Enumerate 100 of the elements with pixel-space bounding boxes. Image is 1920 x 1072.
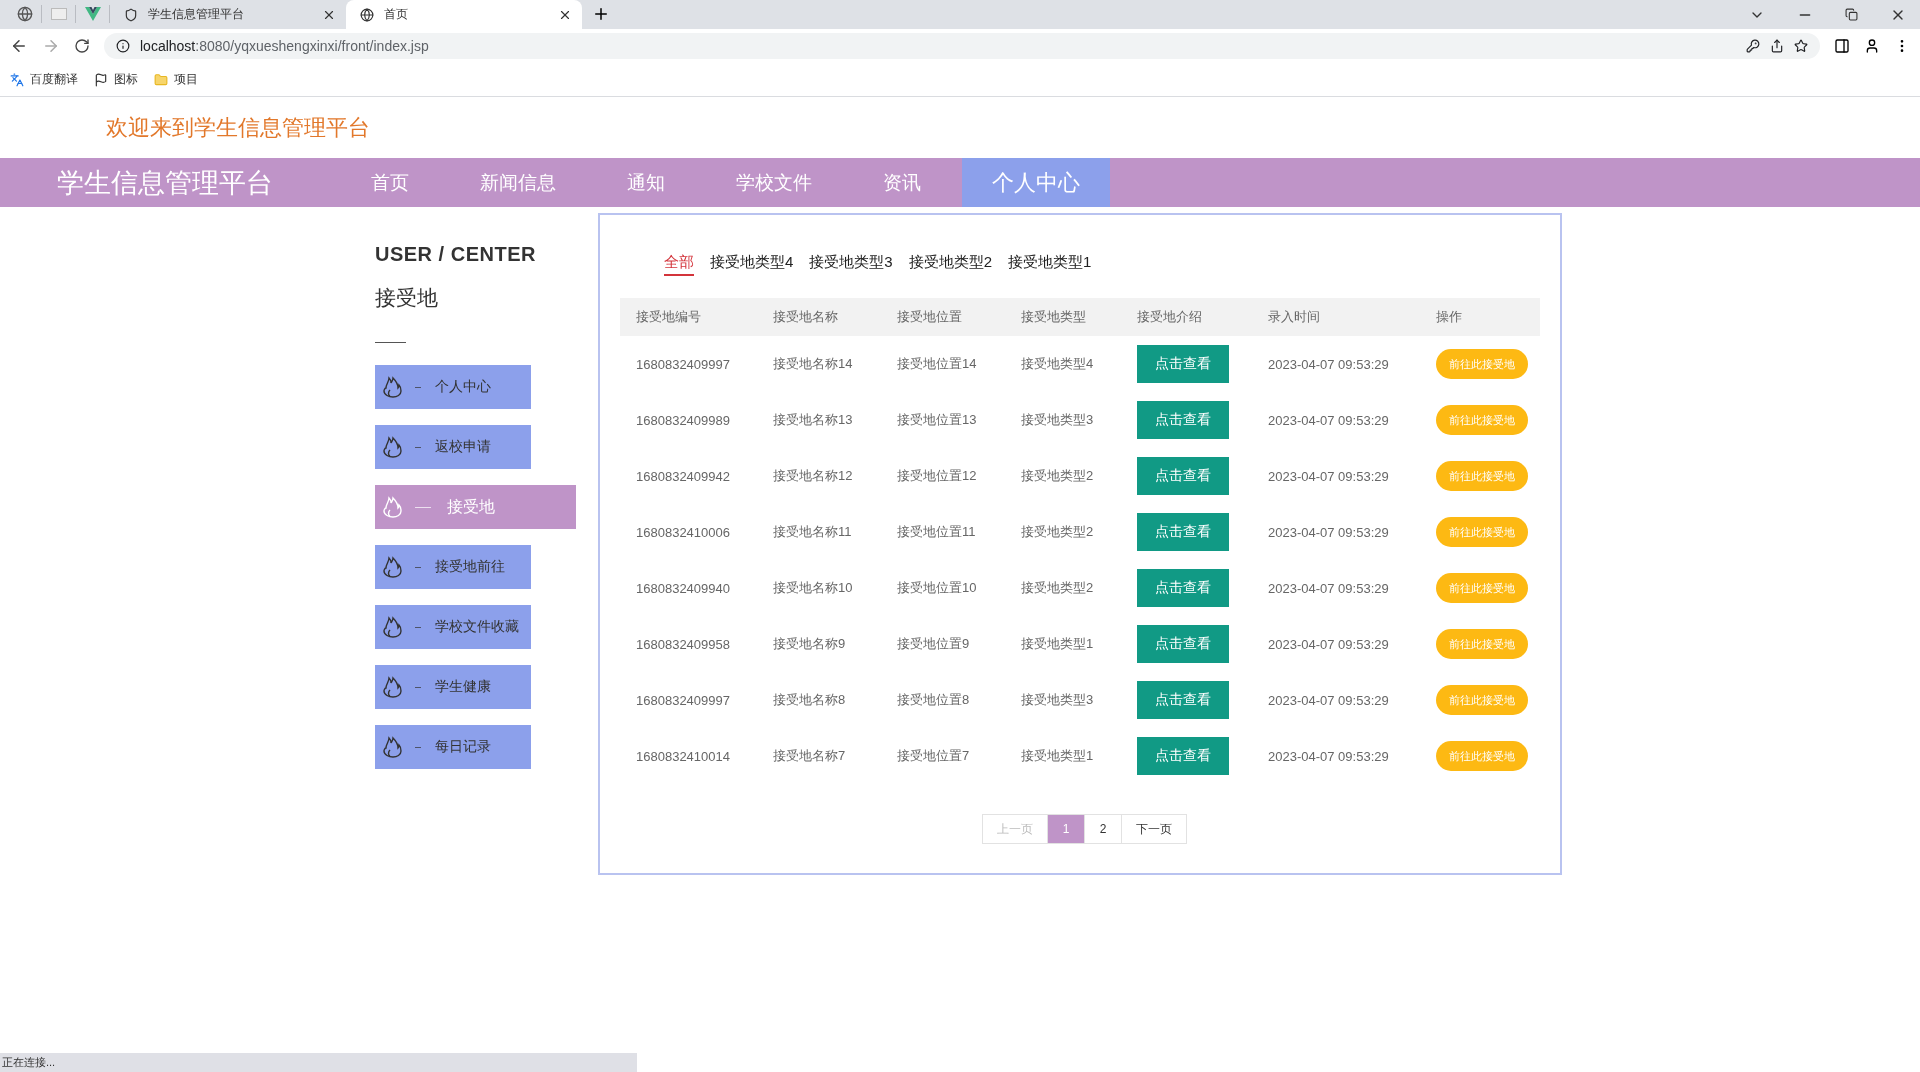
tab-title: 首页 (384, 6, 409, 23)
browser-tab[interactable]: 学生信息管理平台 (110, 0, 346, 29)
table-cell-text: 2023-04-07 09:53:29 (1267, 523, 1390, 542)
nav-item[interactable]: 资讯 (842, 158, 962, 207)
filter-tab[interactable]: 接受地类型2 (908, 253, 993, 276)
nav-item[interactable]: 首页 (330, 158, 450, 207)
view-button[interactable]: 点击查看 (1137, 737, 1229, 775)
globe-icon (360, 7, 374, 22)
sidebar-item[interactable]: 接受地 (375, 485, 576, 529)
table-cell-text: 接受地名称9 (772, 635, 847, 653)
filter-tab[interactable]: 全部 (664, 253, 694, 276)
site-logo[interactable]: 学生信息管理平台 (57, 164, 273, 201)
filter-tab[interactable]: 接受地类型3 (809, 253, 893, 276)
bookmark-link[interactable]: 图标 (114, 71, 138, 88)
reload-icon[interactable] (74, 38, 90, 54)
globe-icon[interactable] (16, 6, 33, 22)
table-cell-text: 接受地名称10 (772, 579, 854, 597)
sidebar-label: 返校申请 (435, 438, 491, 456)
sidebar-item[interactable]: 返校申请 (375, 425, 531, 469)
table-cell-text: 1680832409997 (635, 691, 731, 710)
v-logo-icon[interactable] (84, 7, 101, 21)
flag-icon (94, 72, 108, 87)
table-cell-text: 接受地类型2 (1020, 523, 1095, 541)
table-cell-text: 接受地类型1 (1020, 747, 1095, 765)
table-cell-text: 接受地类型4 (1020, 355, 1095, 373)
sidebar-label: 学生健康 (435, 678, 491, 696)
sidebar-item[interactable]: 个人中心 (375, 365, 531, 409)
shield-icon (124, 7, 138, 22)
star-icon[interactable] (1794, 39, 1808, 53)
filter-tab[interactable]: 接受地类型4 (710, 253, 794, 276)
table-cell-text: 接受地位置11 (896, 523, 977, 541)
column-header: 接受地介绍 (1121, 298, 1252, 336)
sidebar-item[interactable]: 学校文件收藏 (375, 605, 531, 649)
table-cell-text: 接受地名称13 (772, 411, 854, 429)
table-cell-text: 接受地位置10 (896, 579, 978, 597)
nav-item[interactable]: 学校文件 (706, 158, 842, 207)
sidebar-item[interactable]: 接受地前往 (375, 545, 531, 589)
sidebar-item[interactable]: 学生健康 (375, 665, 531, 709)
table-cell-text: 1680832409940 (635, 579, 731, 598)
status-text: 正在连接... (2, 1055, 56, 1070)
translate-icon (10, 72, 24, 87)
table-cell-text: 接受地位置13 (896, 411, 978, 429)
address-bar[interactable]: localhost:8080/yqxueshengxinxi/front/index.jsp (104, 33, 1820, 59)
section-title: 接受地 (375, 285, 439, 311)
table-cell-text: 接受地类型2 (1020, 467, 1095, 485)
side-panel-icon[interactable] (1834, 38, 1850, 54)
flame-icon (381, 555, 405, 579)
tab-title: 学生信息管理平台 (148, 6, 245, 23)
view-button[interactable]: 点击查看 (1137, 345, 1229, 383)
table-cell-text: 2023-04-07 09:53:29 (1267, 411, 1390, 430)
view-button[interactable]: 点击查看 (1137, 681, 1229, 719)
table-cell-text: 接受地名称12 (772, 467, 854, 485)
view-button[interactable]: 点击查看 (1137, 401, 1229, 439)
view-button[interactable]: 点击查看 (1137, 625, 1229, 663)
key-icon[interactable] (1746, 39, 1760, 53)
column-header: 接受地编号 (620, 298, 757, 336)
view-button[interactable]: 点击查看 (1137, 569, 1229, 607)
table-cell-text: 接受地名称14 (772, 355, 854, 373)
table-cell-text: 2023-04-07 09:53:29 (1267, 355, 1390, 374)
nav-item[interactable]: 新闻信息 (450, 158, 586, 207)
view-button[interactable]: 点击查看 (1137, 457, 1229, 495)
filter-tab[interactable]: 接受地类型1 (1008, 253, 1092, 276)
table-cell-text: 接受地名称11 (772, 523, 853, 541)
page-button[interactable]: 2 (1084, 814, 1122, 844)
bookmark-link[interactable]: 项目 (174, 71, 198, 88)
new-tab-icon[interactable] (592, 5, 610, 23)
next-page-button[interactable]: 下一页 (1121, 814, 1187, 844)
table-cell-text: 1680832409989 (635, 411, 731, 430)
sidebar-label: 学校文件收藏 (435, 618, 519, 636)
flame-icon (381, 435, 405, 459)
page-button[interactable]: 1 (1047, 814, 1085, 844)
restore-icon[interactable] (1845, 8, 1858, 21)
table-cell-text: 接受地位置12 (896, 467, 978, 485)
table-cell-text: 接受地类型3 (1020, 411, 1095, 429)
flame-icon (381, 375, 405, 399)
sidebar-label: 个人中心 (435, 378, 491, 396)
table-cell-text: 2023-04-07 09:53:29 (1267, 579, 1390, 598)
bookmark-link[interactable]: 百度翻译 (30, 71, 78, 88)
column-header: 接受地位置 (881, 298, 1005, 336)
folder-icon (154, 72, 168, 87)
table-cell-text: 1680832410006 (635, 523, 731, 542)
back-icon[interactable] (10, 37, 28, 55)
table-cell-text: 2023-04-07 09:53:29 (1267, 747, 1390, 766)
table-cell-text: 接受地类型2 (1020, 579, 1095, 597)
table-cell-text: 1680832409997 (635, 355, 731, 374)
table-cell-text: 1680832410014 (635, 747, 731, 766)
profile-icon[interactable] (1864, 38, 1880, 54)
sidebar-label: 每日记录 (435, 738, 491, 756)
view-button[interactable]: 点击查看 (1137, 513, 1229, 551)
share-icon[interactable] (1770, 39, 1784, 53)
nav-item[interactable]: 个人中心 (962, 158, 1110, 207)
browser-tab[interactable]: 首页 (346, 0, 582, 29)
nav-item[interactable]: 通知 (586, 158, 706, 207)
sidebar-item[interactable]: 每日记录 (375, 725, 531, 769)
section-heading: USER / CENTER (375, 243, 537, 266)
table-cell-text: 接受地位置14 (896, 355, 978, 373)
flame-icon (381, 495, 405, 519)
welcome-text: 欢迎来到学生信息管理平台 (106, 113, 370, 142)
sidebar-label: 接受地 (447, 496, 495, 517)
table-cell-text: 接受地位置9 (896, 635, 971, 653)
